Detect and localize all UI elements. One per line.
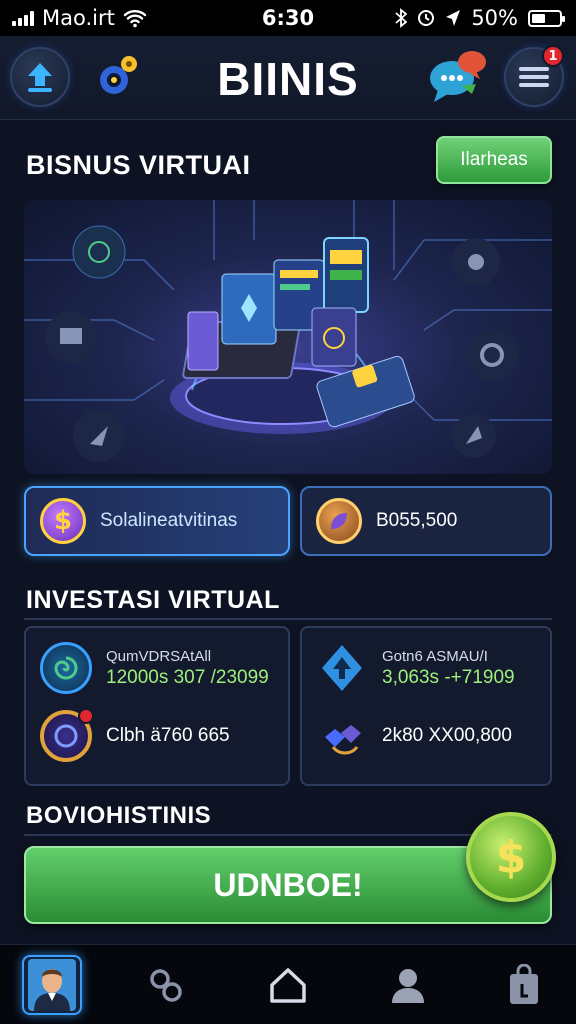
alarm-icon: [418, 10, 435, 26]
investment-item[interactable]: Gotn6 ASMAU/I 3,063s -+71909: [302, 642, 550, 694]
battery-percent: 50%: [471, 6, 518, 30]
investment-value: 3,063s -+71909: [382, 666, 515, 688]
nav-home[interactable]: [258, 955, 318, 1015]
investment-name: Gotn6 ASMAU/I: [382, 647, 488, 665]
home-icon: [270, 968, 306, 1003]
bottom-nav: [0, 944, 576, 1024]
menu-button[interactable]: 1: [504, 45, 564, 107]
exchange-icon: [150, 969, 182, 1002]
investment-divider: [24, 618, 552, 620]
signal-icon: [12, 10, 34, 26]
investment-name: QumVDRSAtAll: [106, 647, 212, 665]
investment-summary: Clbh ä760 665: [106, 725, 230, 746]
investment-card-right[interactable]: Gotn6 ASMAU/I 3,063s -+71909 2k80 XX00,8…: [300, 626, 552, 786]
shopping-bag-icon: [510, 964, 538, 1004]
avatar-icon: [28, 959, 76, 1011]
investment-value: 12000s 307 /23099: [106, 666, 269, 688]
spiral-coin-icon: [40, 642, 92, 694]
virtual-business-illustration: [24, 200, 552, 462]
leaf-coin-icon: [316, 498, 362, 544]
target-coin-icon: [40, 708, 94, 762]
dollar-coin-icon: $: [40, 498, 86, 544]
alert-dot-icon: [78, 708, 94, 724]
investment-card-left[interactable]: QumVDRSAtAll 12000s 307 /23099 Clbh ä760…: [24, 626, 290, 786]
menu-icon: [519, 67, 549, 87]
nav-exchange[interactable]: [136, 955, 196, 1015]
earnings-value: B055,500: [376, 510, 458, 531]
cta-section-title: BOVIOHISTINIS: [26, 802, 212, 829]
gem-cluster-icon: [316, 710, 368, 762]
people-icon: [392, 969, 424, 1003]
status-bar: Mao.irt 6:30 50%: [0, 0, 576, 36]
balance-card[interactable]: $ Solalineatvitinas: [24, 486, 290, 556]
location-icon: [446, 10, 461, 26]
investment-section-title: INVESTASI VIRTUAL: [26, 586, 280, 614]
investment-item[interactable]: 2k80 XX00,800: [302, 710, 550, 762]
balance-label: Solalineatvitinas: [100, 510, 238, 531]
bluetooth-icon: [395, 8, 408, 28]
dollar-coin-icon[interactable]: $: [466, 812, 556, 902]
carrier-name: Mao.irt: [42, 6, 115, 30]
top-bar: BIINIS 1: [0, 36, 576, 120]
investment-item[interactable]: QumVDRSAtAll 12000s 307 /23099: [26, 642, 288, 694]
diamond-arrow-icon: [316, 642, 368, 694]
filter-button[interactable]: Ilarheas: [436, 136, 552, 184]
wifi-icon: [123, 10, 147, 28]
battery-icon: [528, 9, 565, 27]
notification-badge: 1: [542, 45, 564, 67]
chat-button[interactable]: [424, 46, 492, 108]
nav-bag[interactable]: [494, 955, 554, 1015]
investment-item[interactable]: Clbh ä760 665: [26, 708, 288, 762]
investment-summary: 2k80 XX00,800: [382, 725, 512, 746]
business-section-title: BISNUS VIRTUAI: [26, 150, 251, 180]
nav-profile[interactable]: [22, 955, 82, 1015]
hero-illustration: [24, 200, 552, 474]
nav-community[interactable]: [378, 955, 438, 1015]
clock: 6:30: [261, 6, 315, 30]
battery-fill: [532, 13, 545, 23]
earnings-card[interactable]: B055,500: [300, 486, 552, 556]
chat-bubbles-icon: [430, 51, 486, 102]
